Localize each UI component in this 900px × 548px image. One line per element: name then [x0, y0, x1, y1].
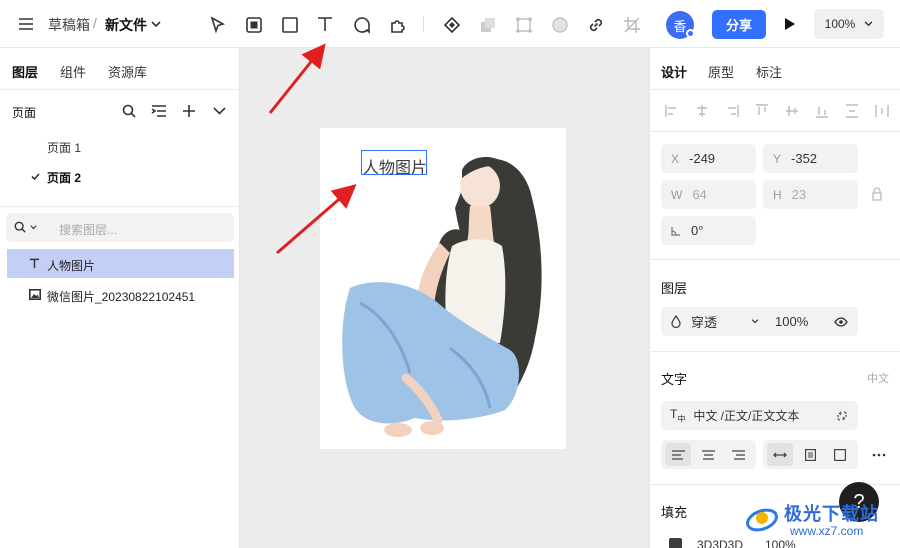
blend-mode-value: 穿透 [691, 315, 718, 330]
x-label: X [671, 151, 680, 166]
divider [650, 351, 900, 352]
watermark-site-url: www.xz7.com [790, 524, 864, 538]
more-options-icon[interactable] [868, 444, 890, 466]
opacity-drop-icon [671, 315, 681, 328]
chevron-down-icon [751, 319, 759, 324]
h-label: H [773, 187, 782, 202]
text-style-icon: T中 [670, 406, 686, 424]
h-value: 23 [791, 187, 807, 202]
watermark-logo-icon [746, 508, 778, 532]
y-field[interactable]: Y -352 [763, 144, 858, 173]
arrow-to-text-layer [276, 184, 357, 255]
text-align-right-icon[interactable] [725, 443, 751, 466]
text-section-title: 文字 [661, 372, 688, 387]
y-value: -352 [791, 151, 818, 166]
tab-annotate[interactable]: 标注 [756, 62, 782, 81]
align-center-h-icon[interactable] [695, 104, 709, 118]
arrow-to-text-tool [268, 43, 326, 114]
rotation-icon [671, 226, 680, 236]
fixed-size-icon[interactable] [827, 443, 853, 466]
layer-section-title: 图层 [661, 281, 688, 296]
detach-style-icon[interactable] [836, 410, 848, 422]
fill-section-title: 填充 [661, 505, 688, 520]
lock-ratio-icon[interactable] [866, 183, 888, 205]
opacity-value[interactable]: 100% [775, 314, 808, 329]
align-toolbar [661, 100, 891, 122]
text-align-group [661, 440, 756, 469]
align-top-icon[interactable] [755, 104, 769, 118]
eye-icon[interactable] [834, 316, 849, 327]
text-language-hint: 中文 [867, 373, 889, 385]
rotation-field[interactable]: 0° [661, 216, 756, 245]
tab-design[interactable]: 设计 [661, 62, 687, 81]
x-field[interactable]: X -249 [661, 144, 756, 173]
watermark-site-name: 极光下载站 [784, 504, 879, 524]
text-align-left-icon[interactable] [665, 443, 691, 466]
text-resize-group [763, 440, 858, 469]
text-style-value: 中文 /正文/正文文本 [693, 409, 800, 423]
width-field[interactable]: W 64 [661, 180, 756, 209]
properties-panel: 设计 原型 标注 X -249 Y -352 W 64 H 23 0° 图层 穿… [649, 48, 900, 548]
distribute-v-icon[interactable] [845, 104, 859, 118]
divider [650, 131, 900, 132]
rotation-value: 0° [691, 223, 704, 238]
auto-height-icon[interactable] [797, 443, 823, 466]
watermark-logo: 极光下载站 www.xz7.com [744, 500, 894, 544]
align-right-icon[interactable] [725, 104, 739, 118]
align-center-v-icon[interactable] [785, 104, 799, 118]
x-value: -249 [689, 151, 716, 166]
auto-width-icon[interactable] [767, 443, 793, 466]
align-bottom-icon[interactable] [815, 104, 829, 118]
distribute-h-icon[interactable] [875, 104, 889, 118]
fill-color-swatch[interactable] [669, 538, 682, 548]
w-value: 64 [692, 187, 707, 202]
blend-mode-select[interactable]: 穿透 100% [661, 307, 858, 336]
text-style-select[interactable]: T中 中文 /正文/正文文本 [661, 401, 858, 430]
align-left-icon[interactable] [665, 104, 679, 118]
tab-prototype[interactable]: 原型 [708, 62, 734, 81]
fill-hex-value[interactable]: 3D3D3D [697, 538, 743, 548]
w-label: W [671, 187, 683, 202]
text-align-center-icon[interactable] [695, 443, 721, 466]
y-label: Y [773, 151, 782, 166]
divider [650, 89, 900, 90]
height-field[interactable]: H 23 [763, 180, 858, 209]
divider [650, 259, 900, 260]
